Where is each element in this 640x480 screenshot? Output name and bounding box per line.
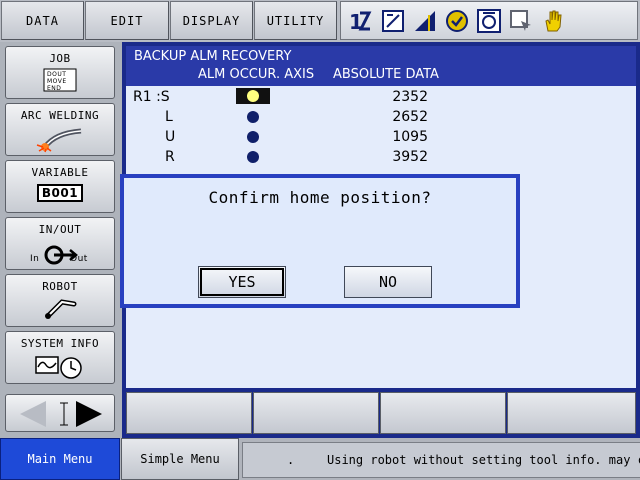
screen-title-bar: BACKUP ALM RECOVERY ALM OCCUR. AXIS ABSO… (126, 46, 636, 86)
axis-label: R (165, 149, 175, 165)
left-menu: JOB DOUT MOVE END ARC WELDING VARIABLE B… (0, 42, 122, 438)
left-menu-in-out[interactable]: IN/OUT In Out (5, 217, 115, 270)
function-key-4[interactable] (507, 392, 636, 434)
alarm-indicator-selected[interactable] (236, 88, 270, 104)
menu-data-button[interactable]: DATA (1, 1, 84, 40)
left-menu-system-info[interactable]: SYSTEM INFO (5, 331, 115, 384)
top-menu-bar: DATA EDIT DISPLAY UTILITY 1 (0, 0, 640, 42)
left-menu-label: ROBOT (42, 280, 78, 293)
left-menu-label: SYSTEM INFO (20, 337, 100, 350)
column-header-absolute-data: ABSOLUTE DATA (333, 67, 439, 82)
function-key-row (126, 392, 636, 434)
table-row[interactable]: R 3952 (126, 148, 636, 168)
no-button[interactable]: NO (344, 266, 432, 298)
out-label: Out (70, 254, 88, 264)
page-title: BACKUP ALM RECOVERY (134, 49, 292, 64)
left-menu-label: IN/OUT (38, 223, 82, 236)
system-info-icon (35, 356, 82, 379)
in-label: In (30, 254, 40, 264)
function-key-2[interactable] (253, 392, 379, 434)
bottom-bar: Main Menu Simple Menu . Using robot with… (0, 438, 640, 480)
alarm-indicator[interactable] (247, 151, 259, 163)
speed-level-icon[interactable] (413, 9, 437, 33)
axis-label: U (165, 129, 176, 145)
function-key-1[interactable] (126, 392, 252, 434)
job-icon-line: MOVE (47, 78, 67, 85)
absolute-value: 2352 (392, 89, 428, 105)
table-row[interactable]: L 2652 (126, 108, 636, 128)
left-menu-label: JOB (49, 52, 71, 65)
previous-arrow-icon[interactable] (20, 401, 46, 427)
simple-menu-button[interactable]: Simple Menu (121, 438, 239, 480)
arc-welding-icon (36, 128, 82, 153)
yes-button[interactable]: YES (198, 266, 286, 298)
axis-label: R1 :S (133, 89, 170, 105)
absolute-value: 3952 (392, 149, 428, 165)
table-row[interactable]: R1 :S 2352 (126, 88, 636, 108)
in-out-icon: In Out (30, 239, 90, 267)
left-menu-label: VARIABLE (31, 166, 89, 179)
column-header-alm-occur-axis: ALM OCCUR. AXIS (198, 67, 315, 82)
axis-label: L (165, 109, 173, 125)
edit-mode-icon[interactable] (381, 9, 405, 33)
absolute-value: 2652 (392, 109, 428, 125)
function-key-3[interactable] (380, 392, 506, 434)
alarm-indicator[interactable] (247, 111, 259, 123)
next-arrow-icon[interactable] (76, 401, 102, 427)
job-icon: DOUT MOVE END (43, 68, 77, 92)
status-message: Using robot without setting tool info. m… (327, 453, 640, 467)
left-menu-variable[interactable]: VARIABLE B001 (5, 160, 115, 213)
security-mode-icon[interactable] (445, 9, 469, 33)
alarm-indicator[interactable] (247, 131, 259, 143)
main-menu-button[interactable]: Main Menu (0, 438, 120, 480)
left-menu-label: ARC WELDING (20, 109, 100, 122)
menu-edit-button[interactable]: EDIT (85, 1, 169, 40)
robot-arm-icon (45, 299, 77, 319)
left-menu-job[interactable]: JOB DOUT MOVE END (5, 46, 115, 99)
job-icon-line: DOUT (47, 71, 66, 78)
dialog-message: Confirm home position? (208, 188, 432, 207)
table-row[interactable]: U 1095 (126, 128, 636, 148)
confirm-dialog: Confirm home position? YES NO (120, 174, 520, 308)
hand-servo-icon[interactable] (541, 9, 565, 33)
teach-mode-icon[interactable] (477, 9, 501, 33)
group-axis-icon[interactable]: 1 (349, 9, 373, 33)
status-dot: . (287, 453, 295, 467)
menu-utility-button[interactable]: UTILITY (254, 1, 337, 40)
page-nav-arrows (5, 394, 115, 432)
cursor-select-icon[interactable] (509, 9, 533, 33)
left-menu-arc-welding[interactable]: ARC WELDING (5, 103, 115, 156)
status-message-box: . Using robot without setting tool info.… (242, 442, 640, 478)
job-icon-line: END (47, 85, 61, 92)
absolute-value: 1095 (392, 129, 428, 145)
menu-display-button[interactable]: DISPLAY (170, 1, 253, 40)
variable-icon: B001 (37, 184, 83, 202)
left-menu-robot[interactable]: ROBOT (5, 274, 115, 327)
status-icon-bar: 1 (340, 1, 638, 40)
